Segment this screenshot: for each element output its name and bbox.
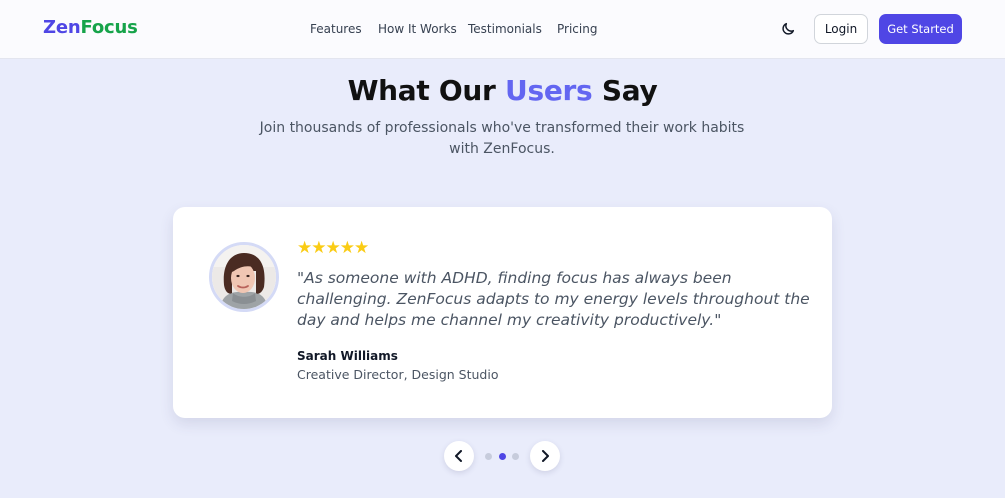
section-subtitle: Join thousands of professionals who've t… [259, 120, 745, 157]
navbar: ZenFocus Features How It Works Testimoni… [0, 0, 1005, 59]
heading-accent: Users [505, 74, 593, 107]
logo[interactable]: ZenFocus [43, 17, 138, 38]
heading-before: What Our [347, 74, 506, 107]
avatar [209, 242, 279, 312]
star-rating: ★★★★★ [297, 238, 369, 258]
section-heading: What Our Users Say [0, 74, 1005, 107]
nav-link-how-it-works[interactable]: How It Works [378, 22, 457, 36]
carousel-next-button[interactable] [530, 441, 560, 471]
chevron-left-icon [455, 450, 462, 462]
author-name: Sarah Williams [297, 349, 398, 363]
nav-link-testimonials[interactable]: Testimonials [468, 22, 542, 36]
logo-focus: Focus [80, 17, 138, 38]
nav-link-features[interactable]: Features [310, 22, 362, 36]
carousel-dot-3[interactable] [512, 453, 519, 460]
chevron-right-icon [542, 450, 549, 462]
carousel-dot-1[interactable] [485, 453, 492, 460]
login-button[interactable]: Login [814, 14, 868, 44]
avatar-portrait [212, 245, 276, 309]
carousel-prev-button[interactable] [444, 441, 474, 471]
carousel-dot-2[interactable] [499, 453, 506, 460]
get-started-button[interactable]: Get Started [879, 14, 962, 44]
moon-icon [782, 22, 795, 35]
theme-toggle-button[interactable] [780, 21, 796, 37]
testimonial-quote: "As someone with ADHD, finding focus has… [297, 269, 810, 329]
testimonial-card: ★★★★★ "As someone with ADHD, finding foc… [173, 207, 832, 418]
logo-zen: Zen [43, 17, 81, 38]
author-role: Creative Director, Design Studio [297, 367, 499, 382]
heading-after: Say [592, 74, 658, 107]
nav-link-pricing[interactable]: Pricing [557, 22, 597, 36]
